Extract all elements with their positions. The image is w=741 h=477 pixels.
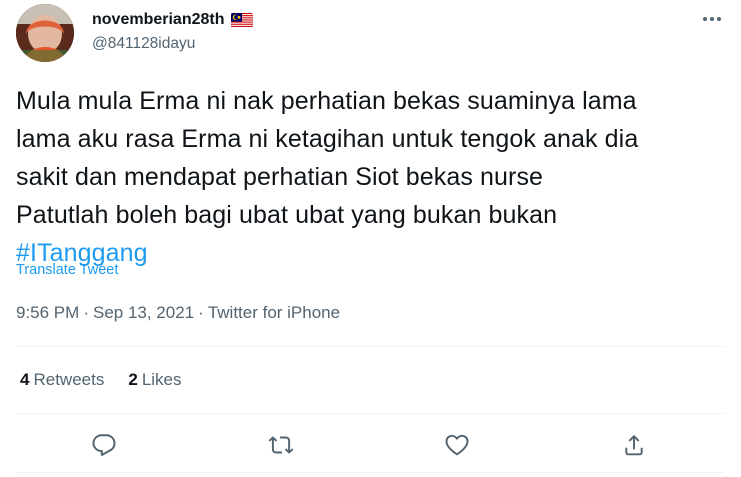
tweet-text-line: Patutlah boleh bagi ubat ubat yang bukan… bbox=[16, 201, 558, 229]
tweet-time[interactable]: 9:56 PM bbox=[16, 303, 79, 322]
likes-label: Likes bbox=[141, 370, 182, 389]
tweet-text-line: Mula mula Erma ni nak perhatian bekas su… bbox=[16, 87, 637, 115]
tweet-source[interactable]: Twitter for iPhone bbox=[208, 303, 340, 322]
user-handle[interactable]: @841128idayu bbox=[92, 35, 253, 53]
retweets-label: Retweets bbox=[33, 370, 105, 389]
share-icon bbox=[625, 434, 643, 456]
divider bbox=[16, 346, 724, 347]
tweet-text-line: sakit dan mendapat perhatian Siot bekas … bbox=[16, 163, 544, 191]
more-horizontal-icon bbox=[703, 17, 721, 21]
meta-separator: · bbox=[83, 303, 89, 322]
more-options-button[interactable] bbox=[699, 8, 725, 30]
translate-tweet-link[interactable]: Translate Tweet bbox=[16, 262, 118, 278]
tweet-text-line: lama aku rasa Erma ni ketagihan untuk te… bbox=[16, 125, 639, 153]
share-button[interactable] bbox=[617, 428, 651, 462]
likes-stat[interactable]: 2 Likes bbox=[128, 370, 181, 390]
tweet-meta: 9:56 PM · Sep 13, 2021 · Twitter for iPhone bbox=[16, 303, 340, 323]
retweet-button[interactable] bbox=[264, 428, 298, 462]
action-bar bbox=[16, 418, 724, 468]
user-block: novemberian28th @841128idayu bbox=[92, 9, 254, 53]
likes-count: 2 bbox=[128, 370, 138, 389]
retweets-count: 4 bbox=[20, 370, 30, 389]
avatar[interactable] bbox=[16, 4, 74, 62]
tweet-date[interactable]: Sep 13, 2021 bbox=[93, 303, 194, 322]
display-name-row: novemberian28th bbox=[92, 9, 254, 31]
hashtag-link[interactable]: #ITanggang bbox=[16, 234, 728, 272]
reply-button[interactable] bbox=[87, 428, 121, 462]
tweet-stats: 4 Retweets 2 Likes bbox=[20, 370, 206, 390]
like-button[interactable] bbox=[440, 428, 474, 462]
divider bbox=[16, 413, 724, 414]
divider bbox=[16, 472, 724, 473]
like-icon bbox=[445, 434, 469, 456]
retweet-icon bbox=[268, 436, 294, 454]
avatar-image bbox=[16, 4, 74, 62]
meta-separator: · bbox=[198, 303, 204, 322]
tweet-text: Mula mula Erma ni nak perhatian bekas su… bbox=[16, 82, 728, 272]
reply-icon bbox=[92, 434, 116, 456]
malaysia-flag-icon bbox=[231, 12, 254, 28]
display-name[interactable]: novemberian28th bbox=[92, 11, 224, 29]
retweets-stat[interactable]: 4 Retweets bbox=[20, 370, 104, 390]
